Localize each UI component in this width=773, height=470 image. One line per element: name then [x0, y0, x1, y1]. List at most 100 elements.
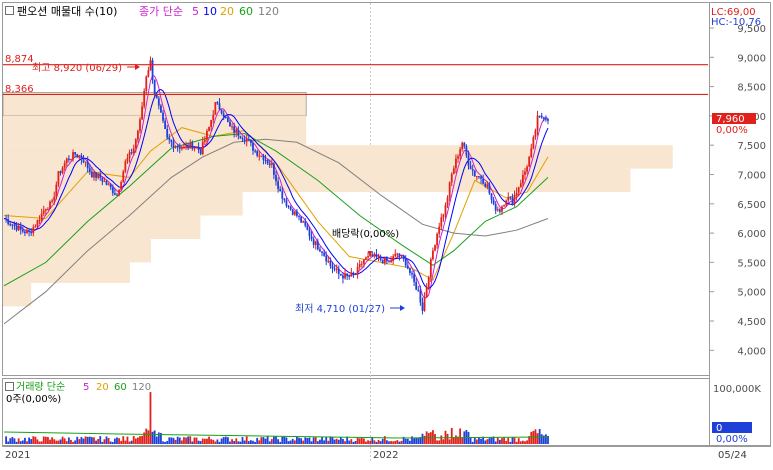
price-tick-label: 5,500 — [737, 258, 766, 269]
candle-body — [342, 275, 344, 279]
candle-body — [434, 245, 436, 251]
volume-bar — [141, 435, 143, 444]
volume-bar — [233, 441, 236, 444]
volume-bar — [197, 440, 200, 444]
candle-body — [51, 200, 54, 202]
volume-checkbox[interactable] — [5, 382, 14, 391]
volume-bar — [97, 438, 100, 444]
volume-bar — [342, 438, 344, 444]
candle-body — [542, 117, 545, 119]
candle-body — [429, 259, 432, 278]
volume-bar — [488, 438, 491, 444]
candle-body — [354, 273, 357, 275]
candle-body — [162, 112, 164, 121]
candle-body — [105, 181, 108, 185]
candle-body — [519, 183, 522, 188]
volume-bar — [350, 439, 353, 444]
volume-bar — [118, 438, 120, 444]
candle-body — [34, 226, 37, 228]
price-tick-label: 5,000 — [737, 288, 766, 299]
volume-bar — [84, 436, 87, 444]
candle-body — [262, 155, 265, 160]
volume-bar — [515, 441, 518, 444]
volume-bar — [72, 441, 74, 444]
candle-body — [197, 147, 200, 151]
candle-body — [166, 128, 169, 138]
candle-body — [82, 159, 85, 163]
volume-bar — [109, 441, 112, 444]
candle-body — [486, 184, 489, 187]
candle-body — [239, 135, 242, 139]
volume-bar — [40, 441, 43, 444]
candle-body — [478, 176, 480, 178]
price-tick-label: 4,500 — [737, 317, 766, 328]
candle-body — [448, 182, 451, 198]
volume-bar — [151, 431, 154, 444]
candle-body — [26, 230, 28, 234]
volume-bar — [134, 438, 137, 444]
ma-period-60: 60 — [239, 5, 253, 18]
volume-bar — [358, 438, 361, 444]
volume-bar — [122, 436, 125, 444]
volume-bar — [168, 437, 171, 444]
candle-body — [32, 227, 35, 234]
volume-bar — [174, 439, 177, 444]
volume-bar — [36, 439, 39, 444]
candle-body — [427, 277, 430, 288]
candle-body — [492, 199, 495, 204]
volume-bar — [304, 437, 307, 444]
candle-body — [331, 265, 334, 269]
volume-bar — [277, 439, 279, 444]
volume-bar — [448, 439, 451, 444]
volume-bar — [302, 440, 305, 444]
candle-body — [459, 149, 462, 157]
volume-bar — [335, 438, 338, 444]
candle-body — [241, 138, 244, 140]
volume-bar — [536, 433, 539, 444]
candle-body — [394, 253, 397, 257]
volume-bar — [147, 430, 150, 444]
candle-body — [84, 161, 87, 163]
volume-profile-bar — [3, 282, 32, 307]
volume-bar — [203, 438, 206, 444]
candle-body — [463, 142, 466, 147]
volume-current-change: 0,00% — [716, 434, 748, 445]
candle-body — [545, 118, 547, 120]
volume-bar — [400, 440, 403, 444]
volume-bar — [300, 438, 303, 444]
volume-bar — [509, 441, 512, 444]
candle-body — [371, 254, 374, 257]
candle-body — [145, 76, 148, 91]
volume-bar — [404, 438, 407, 444]
volume-profile-bar — [3, 192, 243, 216]
candle-body — [469, 165, 472, 170]
candle-body — [7, 219, 10, 225]
volume-bar — [176, 436, 179, 444]
volume-bar — [95, 440, 97, 444]
candle-body — [178, 146, 181, 149]
header-checkbox[interactable] — [5, 6, 14, 15]
volume-bar — [321, 437, 323, 444]
ma-period-5: 5 — [192, 5, 199, 18]
volume-bar — [26, 441, 28, 444]
candle-body — [498, 209, 501, 212]
volume-bar — [275, 436, 277, 444]
candle-body — [9, 224, 12, 226]
volume-profile-bar — [3, 238, 152, 263]
volume-bar — [172, 437, 175, 444]
candle-body — [63, 163, 66, 168]
candle-body — [208, 127, 210, 131]
volume-bar — [446, 433, 449, 444]
candle-body — [220, 109, 223, 114]
candle-body — [141, 106, 143, 120]
candle-body — [216, 102, 219, 104]
candle-body — [279, 188, 282, 192]
candle-body — [377, 256, 380, 258]
volume-bar — [432, 430, 434, 444]
volume-bar — [88, 436, 91, 444]
candle-body — [285, 200, 288, 206]
candle-body — [438, 226, 441, 234]
volume-bar — [82, 438, 85, 444]
candle-body — [174, 146, 177, 148]
candle-body — [289, 206, 292, 210]
